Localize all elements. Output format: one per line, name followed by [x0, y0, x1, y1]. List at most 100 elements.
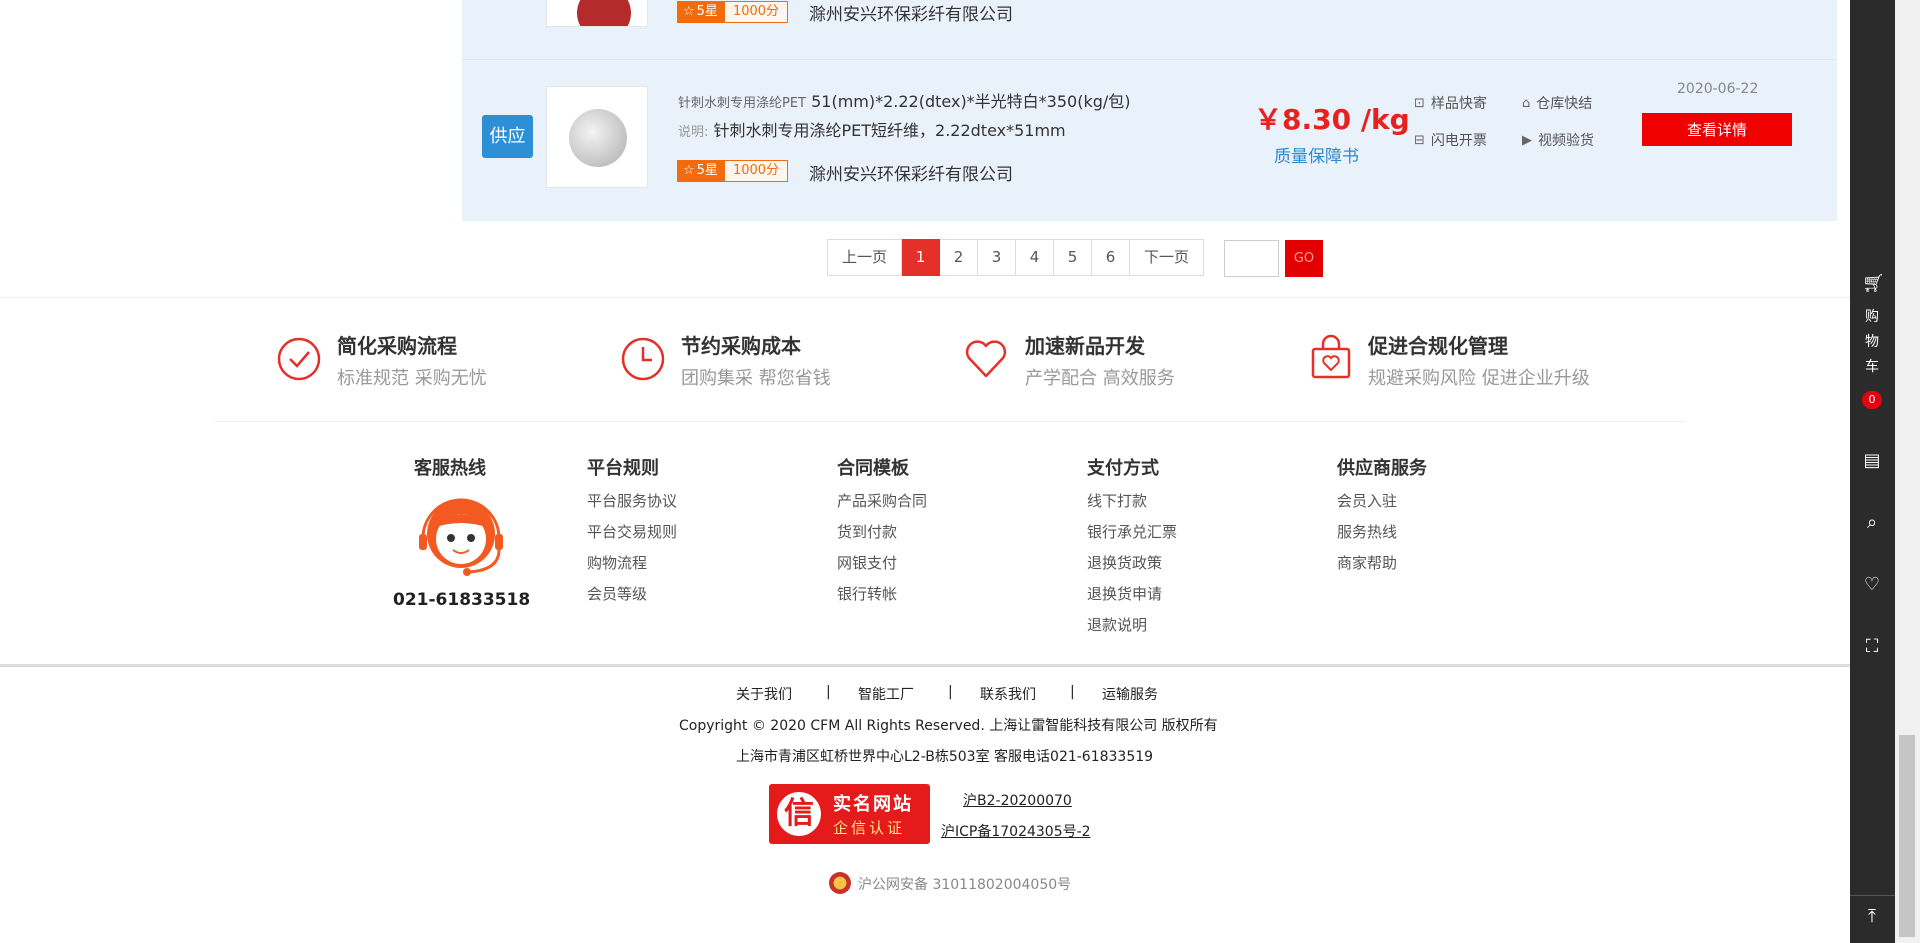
page-4-button[interactable]: 4: [1016, 239, 1055, 276]
footer-link[interactable]: 服务热线: [1337, 521, 1397, 542]
footer-link[interactable]: 会员等级: [587, 583, 647, 604]
page-1-button[interactable]: 1: [902, 239, 941, 276]
back-to-top-icon[interactable]: ⤒: [1862, 906, 1882, 927]
footer-divider: [0, 664, 1850, 667]
contact-us-link[interactable]: 联系我们: [980, 684, 1036, 704]
section-divider: [0, 297, 1850, 298]
service-sample-express: ⊡ 样品快寄: [1414, 95, 1487, 113]
prev-page-button[interactable]: 上一页: [827, 239, 903, 276]
page-2-button[interactable]: 2: [940, 239, 979, 276]
hotline-title: 客服热线: [414, 458, 486, 479]
address-text: 上海市青浦区虹桥世界中心L2-B栋503室 客服电话021-61833519: [736, 749, 1154, 765]
product-row: ☆ 5星 1000分 滁州安兴环保彩纤有限公司: [462, 0, 1837, 59]
product-list: ☆ 5星 1000分 滁州安兴环保彩纤有限公司 供应 针刺水刺专用涤纶PET 51…: [462, 0, 1837, 221]
footer-link[interactable]: 商家帮助: [1337, 552, 1397, 573]
separator: |: [1070, 684, 1075, 700]
column-title: 支付方式: [1087, 458, 1159, 479]
badge-subtitle: 企信认证: [833, 819, 906, 837]
separator: |: [826, 684, 831, 700]
footer-link[interactable]: 产品采购合同: [837, 490, 927, 511]
go-button[interactable]: GO: [1285, 240, 1323, 277]
smart-factory-link[interactable]: 智能工厂: [858, 684, 914, 704]
page-5-button[interactable]: 5: [1054, 239, 1093, 276]
section-divider: [215, 421, 1685, 422]
column-title: 供应商服务: [1337, 458, 1427, 479]
rating-text: 5星: [696, 163, 718, 178]
real-name-website-badge[interactable]: 信 实名网站 企信认证: [769, 784, 930, 844]
scrollbar-track[interactable]: [1895, 0, 1920, 943]
rating-text: 5星: [696, 4, 718, 19]
sample-icon: ⊡: [1414, 95, 1425, 111]
description-label: 说明:: [678, 125, 709, 140]
product-row: 供应 针刺水刺专用涤纶PET 51(mm)*2.22(dtex)*半光特白*35…: [462, 60, 1837, 221]
column-title: 平台规则: [587, 458, 659, 479]
search-icon[interactable]: ⌕: [1862, 512, 1882, 533]
police-record-text[interactable]: 沪公网安备 31011802004050号: [858, 874, 1071, 894]
footer-link[interactable]: 网银支付: [837, 552, 897, 573]
scan-icon[interactable]: ⛶: [1862, 636, 1882, 657]
rating-badge: ☆ 5星 1000分: [677, 1, 789, 23]
footer-link[interactable]: 购物流程: [587, 552, 647, 573]
star-icon: ☆: [683, 4, 695, 19]
price: ￥8.30 /kg: [1254, 103, 1410, 136]
company-name[interactable]: 滁州安兴环保彩纤有限公司: [809, 0, 1013, 25]
service-warehouse: ⌂ 仓库快结: [1522, 95, 1593, 113]
feature-title: 节约采购成本: [681, 334, 801, 358]
hotline-phone: 021-61833518: [393, 590, 531, 610]
page-3-button[interactable]: 3: [978, 239, 1017, 276]
footer-link[interactable]: 平台服务协议: [587, 490, 677, 511]
publish-date: 2020-06-22: [1677, 81, 1759, 97]
feature-subtitle: 规避采购风险 促进企业升级: [1368, 368, 1590, 389]
view-details-button[interactable]: 查看详情: [1642, 113, 1792, 146]
product-spec: 51(mm)*2.22(dtex)*半光特白*350(kg/包): [811, 92, 1131, 111]
product-image: [569, 109, 627, 167]
footer-link[interactable]: 银行转帐: [837, 583, 897, 604]
product-thumbnail[interactable]: [546, 0, 648, 27]
supply-tag: 供应: [482, 115, 533, 158]
footer-link[interactable]: 银行承兑汇票: [1087, 521, 1177, 542]
product-description: 说明: 针刺水刺专用涤纶PET短纤维，2.22dtex*51mm: [678, 117, 1066, 141]
quality-guarantee-link[interactable]: 质量保障书: [1274, 142, 1359, 167]
license-link[interactable]: 沪B2-20200070: [963, 790, 1072, 810]
cart-label: 购物车: [1865, 309, 1879, 375]
product-thumbnail[interactable]: [546, 86, 648, 188]
order-icon[interactable]: ▤: [1862, 450, 1882, 471]
company-name[interactable]: 滁州安兴环保彩纤有限公司: [809, 160, 1013, 185]
footer-link[interactable]: 会员入驻: [1337, 490, 1397, 511]
points-text: 1000分: [723, 1, 789, 23]
badge-seal-icon: 信: [777, 792, 821, 836]
video-icon: ▶: [1522, 132, 1532, 148]
customer-service-avatar: [419, 498, 503, 576]
about-us-link[interactable]: 关于我们: [736, 684, 792, 704]
points-text: 1000分: [723, 160, 789, 182]
pagination: 上一页 1 2 3 4 5 6 下一页: [827, 239, 1205, 276]
page-number-input[interactable]: [1224, 240, 1279, 277]
footer-link[interactable]: 退款说明: [1087, 614, 1147, 635]
copyright-text: Copyright © 2020 CFM All Rights Reserved…: [679, 718, 1218, 734]
footer-link[interactable]: 线下打款: [1087, 490, 1147, 511]
toolbar-divider: [1850, 895, 1895, 896]
favorite-icon[interactable]: ♡: [1862, 574, 1882, 595]
scrollbar-thumb[interactable]: [1899, 735, 1915, 937]
footer-link[interactable]: 货到付款: [837, 521, 897, 542]
warehouse-icon: ⌂: [1522, 95, 1531, 111]
description-text: 针刺水刺专用涤纶PET短纤维，2.22dtex*51mm: [713, 121, 1066, 140]
next-page-button[interactable]: 下一页: [1130, 239, 1205, 276]
service-video-inspection: ▶ 视频验货: [1522, 132, 1594, 150]
shipping-service-link[interactable]: 运输服务: [1102, 684, 1158, 704]
cart-button[interactable]: 🛒︎ 购物车 0: [1850, 265, 1895, 425]
police-emblem-icon: [829, 872, 851, 894]
shopping-bag-icon: [1311, 334, 1351, 379]
product-image: [577, 0, 631, 26]
feature-title: 促进合规化管理: [1368, 334, 1508, 358]
feature-title: 加速新品开发: [1025, 334, 1145, 358]
footer-link[interactable]: 退换货政策: [1087, 552, 1162, 573]
page-6-button[interactable]: 6: [1092, 239, 1131, 276]
icp-license-link[interactable]: 沪ICP备17024305号-2: [941, 821, 1091, 841]
heart-icon: [965, 340, 1007, 378]
product-title[interactable]: 针刺水刺专用涤纶PET 51(mm)*2.22(dtex)*半光特白*350(k…: [678, 88, 1131, 112]
footer-link[interactable]: 平台交易规则: [587, 521, 677, 542]
cart-count-badge: 0: [1862, 391, 1882, 409]
service-invoice: ⊟ 闪电开票: [1414, 132, 1487, 150]
footer-link[interactable]: 退换货申请: [1087, 583, 1162, 604]
